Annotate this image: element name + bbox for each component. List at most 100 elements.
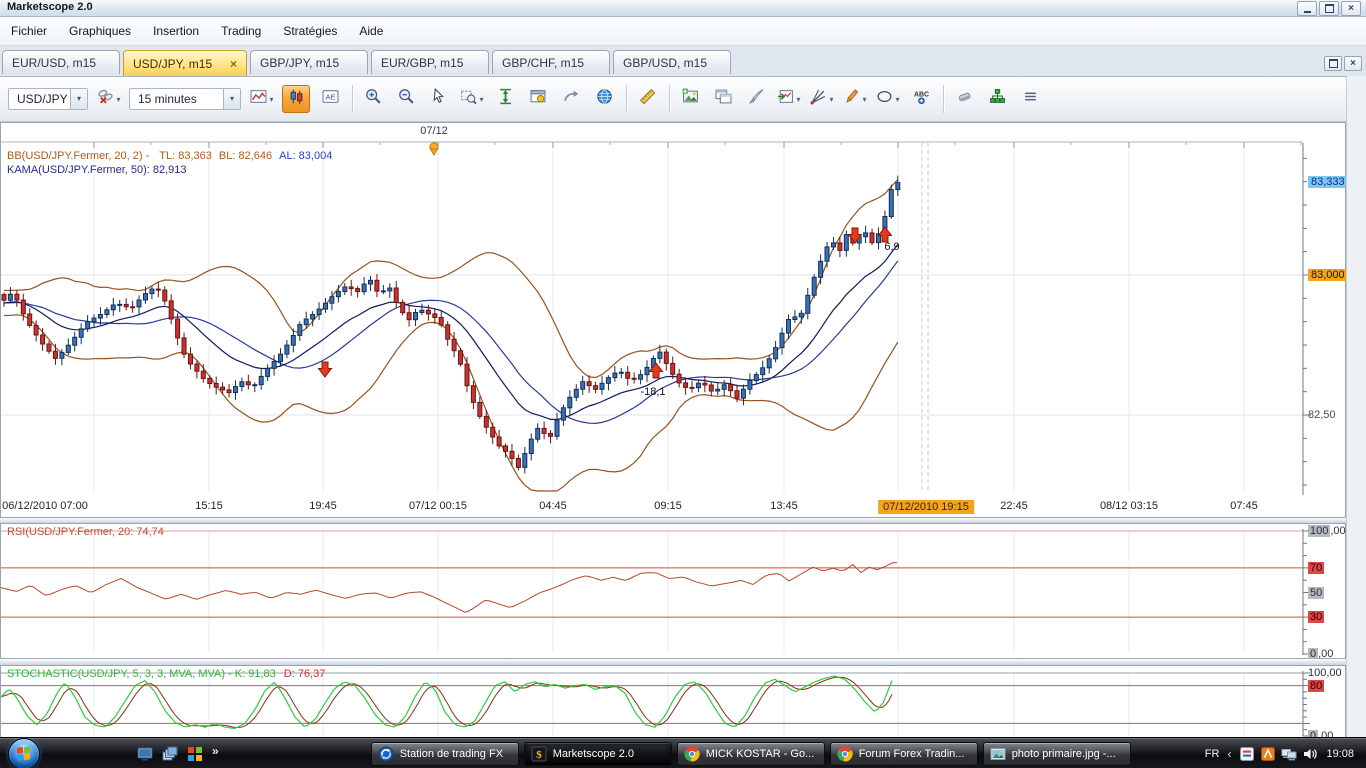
quick-launch-overflow-button[interactable]: »	[212, 744, 219, 758]
chrome-icon	[684, 746, 700, 762]
start-button[interactable]	[8, 738, 40, 768]
tab-close-icon[interactable]: ×	[230, 57, 237, 71]
chart-type-icon	[250, 88, 267, 110]
share-icon	[563, 88, 580, 110]
period-select[interactable]: 15 minutes ▾	[129, 88, 241, 110]
price-chart-canvas[interactable]	[1, 141, 1345, 502]
unlink-dropdown-icon[interactable]: ▾	[116, 95, 120, 104]
price-chart-panel[interactable]: 07/12 BB(USD/JPY.Fermer, 20, 2) - TL: 83…	[0, 122, 1346, 518]
mdi-restore-button[interactable]	[1324, 56, 1342, 71]
trend-lines-dropdown-icon[interactable]: ▾	[829, 95, 833, 104]
minimize-button[interactable]	[1297, 1, 1317, 16]
pencil-button[interactable]: ▾	[842, 86, 868, 112]
tray-orange-icon[interactable]	[1260, 746, 1276, 762]
taskbar-button-2[interactable]: MICK KOSTAR - Go...	[677, 742, 825, 766]
zoom-out-button[interactable]	[393, 86, 419, 112]
svg-text:$: $	[536, 749, 542, 761]
time-label: 09:15	[654, 500, 682, 512]
period-select-value: 15 minutes	[138, 92, 197, 106]
find-window-button[interactable]	[525, 86, 551, 112]
menu-item-0[interactable]: Fichier	[0, 17, 58, 45]
switch-windows-icon[interactable]	[161, 745, 179, 763]
add-image-button[interactable]	[677, 86, 703, 112]
taskbar-button-4[interactable]: photo primaire.jpg -...	[983, 742, 1131, 766]
axis-label-value: 100	[1308, 525, 1330, 537]
menu-item-4[interactable]: Stratégies	[272, 17, 348, 45]
toolbar-separator	[352, 85, 354, 113]
taskbar-button-1[interactable]: $Marketscope 2.0	[524, 742, 672, 766]
symbol-select[interactable]: USD/JPY▾	[8, 88, 88, 110]
globe-button[interactable]	[591, 86, 617, 112]
ae-view-button[interactable]: AE	[317, 86, 343, 112]
frame-window-button[interactable]	[710, 86, 736, 112]
axis-label: 70	[1308, 562, 1324, 574]
restore-button[interactable]	[1319, 1, 1339, 16]
taskbar-button-3[interactable]: Forum Forex Tradin...	[830, 742, 978, 766]
text-label-icon: ABC	[913, 88, 930, 110]
tray-collapse-button[interactable]: ‹	[1227, 747, 1231, 761]
fit-vertical-button[interactable]	[492, 86, 518, 112]
rsi-panel[interactable]: RSI(USD/JPY.Fermer, 20: 74,74 100,007050…	[0, 523, 1346, 659]
unlink-button[interactable]: ▾	[96, 86, 122, 112]
tab-4[interactable]: GBP/CHF, m15	[492, 50, 610, 74]
text-label-button[interactable]: ABC	[908, 86, 934, 112]
tab-5[interactable]: GBP/USD, m15	[613, 50, 731, 74]
shape-ellipse-button[interactable]: ▾	[875, 86, 901, 112]
pencil-dropdown-icon[interactable]: ▾	[862, 95, 866, 104]
mdi-close-button[interactable]: ×	[1344, 56, 1362, 71]
taskbar-button-label: Station de trading FX	[400, 748, 503, 760]
shape-ellipse-dropdown-icon[interactable]: ▾	[895, 95, 899, 104]
quill-button[interactable]	[743, 86, 769, 112]
photo-icon	[990, 746, 1006, 762]
symbol-select-dropdown-icon[interactable]: ▾	[70, 89, 87, 109]
taskbar: » Station de trading FX $Marketscope 2.0M…	[0, 737, 1366, 768]
rsi-canvas[interactable]	[1, 524, 1345, 663]
tray-white-icon[interactable]	[1239, 746, 1255, 762]
tab-label: GBP/CHF, m15	[502, 56, 584, 70]
more-options-button[interactable]	[1017, 86, 1043, 112]
hierarchy-button[interactable]	[984, 86, 1010, 112]
clock[interactable]: 19:08	[1326, 748, 1354, 760]
eraser-button[interactable]	[951, 86, 977, 112]
zoom-area-dropdown-icon[interactable]: ▾	[479, 95, 483, 104]
time-label: 04:45	[539, 500, 567, 512]
volume-icon[interactable]	[1302, 746, 1318, 762]
menu-item-2[interactable]: Insertion	[142, 17, 210, 45]
zoom-in-button[interactable]	[360, 86, 386, 112]
period-select-dropdown-icon[interactable]: ▾	[223, 89, 240, 109]
trend-lines-button[interactable]: ▾	[809, 86, 835, 112]
zoom-area-button[interactable]: ▾	[459, 86, 485, 112]
show-desktop-icon[interactable]	[136, 745, 154, 763]
export-chart-dropdown-icon[interactable]: ▾	[796, 95, 800, 104]
export-chart-button[interactable]: ▾	[776, 86, 802, 112]
axis-label-value: 70	[1308, 562, 1324, 574]
zoom-cursor-button[interactable]	[426, 86, 452, 112]
toolbar-separator	[626, 85, 628, 113]
network-icon[interactable]	[1281, 746, 1297, 762]
menu-item-5[interactable]: Aide	[348, 17, 394, 45]
menu-item-1[interactable]: Graphiques	[58, 17, 142, 45]
tab-1[interactable]: USD/JPY, m15×	[123, 50, 247, 76]
candlestick-view-button[interactable]	[282, 85, 310, 113]
menu-item-3[interactable]: Trading	[210, 17, 272, 45]
close-button[interactable]: ×	[1341, 1, 1361, 16]
tab-0[interactable]: EUR/USD, m15	[2, 50, 120, 74]
chart-type-button[interactable]: ▾	[249, 86, 275, 112]
minimize-icon	[1304, 11, 1311, 13]
taskbar-button-0[interactable]: Station de trading FX	[371, 742, 519, 766]
ruler-button[interactable]	[634, 86, 660, 112]
share-button[interactable]	[558, 86, 584, 112]
tab-2[interactable]: GBP/JPY, m15	[250, 50, 368, 74]
launcher-icon[interactable]	[186, 745, 204, 763]
toolbar-separator	[943, 85, 945, 113]
price-label: 82,50	[1308, 409, 1336, 421]
tab-3[interactable]: EUR/GBP, m15	[371, 50, 489, 74]
svg-text:ABC: ABC	[914, 92, 929, 99]
frame-window-icon	[715, 88, 732, 110]
language-indicator[interactable]: FR	[1205, 748, 1220, 760]
taskbar-button-label: photo primaire.jpg -...	[1012, 748, 1116, 760]
toolbar-separator	[669, 85, 671, 113]
taskbar-button-label: Forum Forex Tradin...	[859, 748, 965, 760]
more-options-icon	[1022, 88, 1039, 110]
chart-type-dropdown-icon[interactable]: ▾	[269, 95, 273, 104]
